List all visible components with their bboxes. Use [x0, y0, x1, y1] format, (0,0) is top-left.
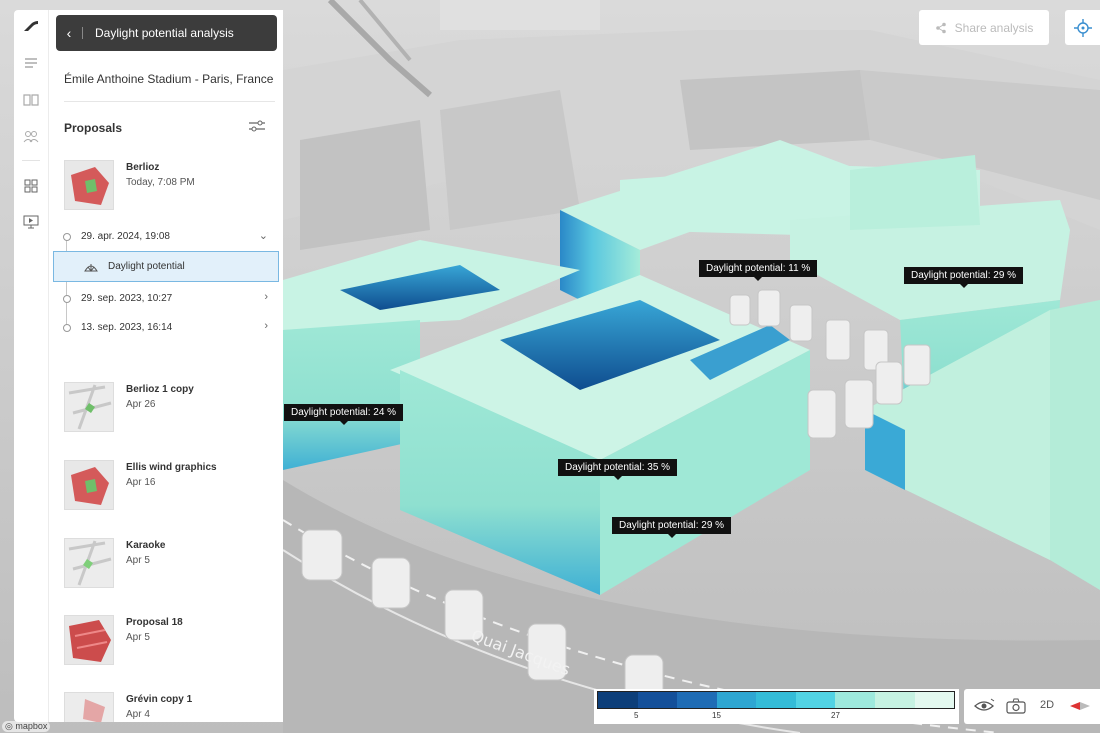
grid-icon[interactable] [21, 176, 41, 196]
compass-icon[interactable] [1069, 701, 1091, 711]
app-logo-icon[interactable] [21, 16, 41, 36]
share-analysis-button[interactable]: Share analysis [919, 10, 1049, 45]
panel-title: Daylight potential analysis [95, 26, 234, 40]
camera-icon[interactable] [1006, 698, 1026, 714]
proposal-thumbnail [64, 692, 114, 722]
chevron-left-icon[interactable]: ‹ [56, 25, 82, 41]
legend-swatch [756, 692, 796, 708]
proposal-name: Grévin copy 1 [126, 694, 193, 705]
proposal-name: Karaoke [126, 540, 166, 551]
proposal-card[interactable]: Grévin copy 1 Apr 4 [64, 692, 279, 722]
daylight-tooltip: Daylight potential: 35 % [558, 459, 678, 480]
chevron-right-icon[interactable]: › [264, 320, 268, 332]
proposal-thumbnail [64, 615, 114, 665]
proposal-card[interactable]: Berlioz 1 copy Apr 26 [64, 382, 279, 434]
proposal-date: Apr 4 [126, 709, 150, 720]
presentation-icon[interactable] [21, 212, 41, 232]
view-toolbar: 2D [964, 689, 1100, 724]
proposal-card[interactable]: Ellis wind graphics Apr 16 [64, 460, 279, 512]
proposal-thumbnail [64, 160, 114, 210]
proposal-date: Apr 16 [126, 477, 156, 488]
proposal-date: Apr 26 [126, 399, 156, 410]
daylight-tooltip: Daylight potential: 11 % [699, 260, 818, 281]
proposal-date: Apr 5 [126, 555, 150, 566]
legend-swatch [835, 692, 875, 708]
legend-tick: 27 [831, 711, 840, 720]
legend-swatch [716, 692, 757, 708]
project-location: Émile Anthoine Stadium - Paris, France [64, 72, 274, 86]
daylight-tooltip: Daylight potential: 24 % [284, 404, 404, 425]
book-icon[interactable] [21, 90, 41, 110]
proposal-date: Today, 7:08 PM [126, 177, 195, 188]
chevron-right-icon[interactable]: › [264, 291, 268, 303]
menu-icon[interactable] [21, 53, 41, 73]
daylight-tooltip: Daylight potential: 29 % [904, 267, 1024, 288]
view-mode-2d-toggle[interactable]: 2D [1040, 699, 1054, 711]
mapbox-logo-icon: ◎ [5, 721, 13, 731]
legend-swatch [637, 692, 678, 708]
mapbox-attribution[interactable]: ◎ mapbox [2, 721, 51, 732]
panel-header: ‹ Daylight potential analysis [56, 15, 277, 51]
legend-color-scale [597, 691, 955, 709]
version-row[interactable]: 29. sep. 2023, 10:27 › [60, 291, 272, 309]
crosshair-icon [1073, 18, 1092, 37]
filter-settings-icon[interactable] [248, 119, 266, 133]
version-row[interactable]: 29. apr. 2024, 19:08 ⌄ [60, 229, 272, 247]
legend-swatch [914, 692, 955, 708]
legend-swatch [795, 692, 836, 708]
legend-swatch [874, 692, 915, 708]
version-row[interactable]: 13. sep. 2023, 16:14 › [60, 320, 272, 338]
proposal-card[interactable]: Berlioz Today, 7:08 PM [64, 160, 279, 212]
legend-tick: 15 [712, 711, 721, 720]
proposal-card[interactable]: Proposal 18 Apr 5 [64, 615, 279, 667]
icon-rail [14, 10, 49, 722]
analysis-item-daylight[interactable]: Daylight potential [53, 251, 279, 282]
proposal-card[interactable]: Karaoke Apr 5 [64, 538, 279, 590]
legend-swatch [677, 692, 717, 708]
locate-button[interactable] [1065, 10, 1100, 45]
legend-tick: 5 [634, 711, 639, 720]
proposal-date: Apr 5 [126, 632, 150, 643]
team-icon[interactable] [21, 126, 41, 146]
proposal-thumbnail [64, 460, 114, 510]
proposal-thumbnail [64, 538, 114, 588]
proposals-heading: Proposals [64, 121, 123, 135]
proposal-thumbnail [64, 382, 114, 432]
proposal-name: Ellis wind graphics [126, 462, 217, 473]
proposal-name: Berlioz [126, 162, 160, 173]
proposals-panel: ‹ Daylight potential analysis Émile Anth… [49, 10, 283, 722]
proposal-name: Proposal 18 [126, 617, 183, 628]
eye-icon[interactable] [974, 698, 996, 714]
legend-swatch [598, 692, 638, 708]
daylight-analysis-icon [84, 264, 98, 272]
daylight-legend: 5 15 27 [594, 689, 959, 724]
share-icon [935, 22, 946, 33]
chevron-down-icon[interactable]: ⌄ [259, 229, 268, 242]
proposal-name: Berlioz 1 copy [126, 384, 194, 395]
daylight-tooltip: Daylight potential: 29 % [612, 517, 732, 538]
